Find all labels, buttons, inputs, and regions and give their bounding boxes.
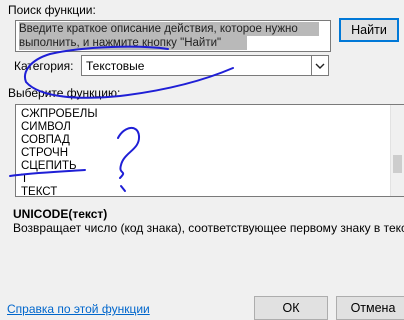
function-description: Возвращает число (код знака), соответств…: [13, 221, 404, 235]
list-scrollbar[interactable]: [390, 105, 404, 196]
cancel-button[interactable]: Отмена: [336, 296, 404, 320]
function-signature: UNICODE(текст): [13, 207, 108, 221]
list-item[interactable]: СЦЕПИТЬ: [21, 160, 77, 173]
list-item[interactable]: Т: [21, 173, 28, 186]
category-selected-value: Текстовые: [86, 59, 145, 73]
search-input-line-2: выполнить, и нажмите кнопку "Найти": [19, 36, 247, 50]
function-list-label: Выберите функцию:: [8, 86, 121, 100]
category-label: Категория:: [14, 59, 74, 73]
list-item[interactable]: СЖПРОБЕЛЫ: [21, 108, 98, 121]
ok-button[interactable]: ОК: [254, 296, 328, 320]
help-link[interactable]: Справка по этой функции: [7, 302, 150, 316]
list-item[interactable]: СОВПАД: [21, 134, 70, 147]
category-select[interactable]: Текстовые: [81, 55, 329, 76]
list-item[interactable]: ТЕКСТ: [21, 186, 57, 196]
search-label: Поиск функции:: [8, 3, 96, 17]
search-input[interactable]: Введите краткое описание действия, котор…: [15, 20, 331, 52]
list-item[interactable]: СИМВОЛ: [21, 121, 71, 134]
search-input-line-1: Введите краткое описание действия, котор…: [19, 22, 319, 36]
list-item[interactable]: СТРОЧН: [21, 147, 68, 160]
chevron-down-icon[interactable]: [311, 56, 328, 75]
scrollbar-thumb[interactable]: [393, 155, 402, 173]
function-list[interactable]: СЖПРОБЕЛЫ СИМВОЛ СОВПАД СТРОЧН СЦЕПИТЬ Т…: [15, 104, 404, 197]
find-button[interactable]: Найти: [339, 18, 399, 42]
